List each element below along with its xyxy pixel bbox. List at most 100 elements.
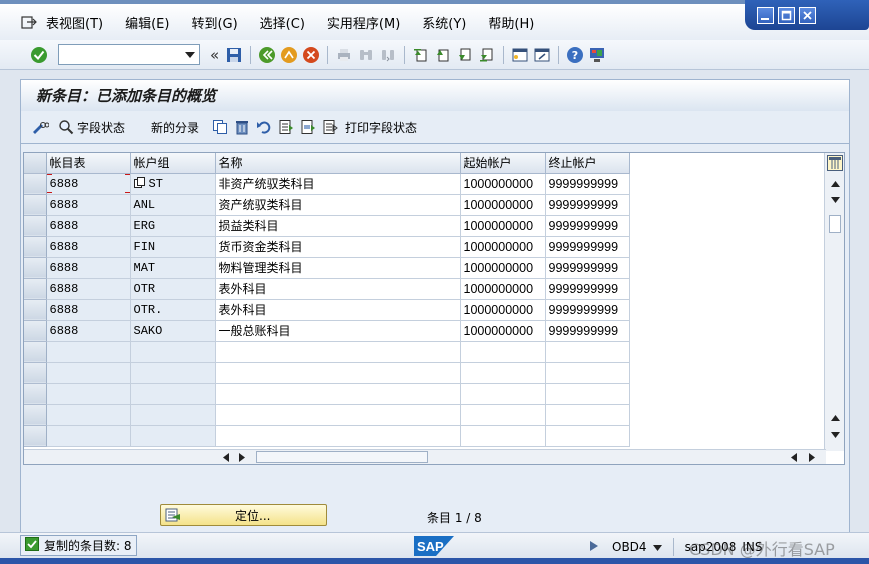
cell-to-account[interactable]: 9999999999	[545, 173, 630, 195]
row-selector[interactable]	[24, 299, 47, 321]
column-config-icon[interactable]	[827, 155, 843, 171]
cell-from-account[interactable]	[460, 362, 546, 384]
menu-system[interactable]: 系统(Y)	[422, 13, 466, 32]
field-status-button[interactable]: 字段状态	[57, 118, 125, 136]
cell-to-account[interactable]: 9999999999	[545, 299, 630, 321]
cell-account-group[interactable]	[130, 425, 216, 447]
cell-to-account[interactable]: 9999999999	[545, 194, 630, 216]
row-selector[interactable]	[24, 320, 47, 342]
cell-chart-of-accounts[interactable]: 6888	[46, 236, 131, 258]
cell-name[interactable]: 货币资金类科目	[215, 236, 461, 258]
scroll-down-icon[interactable]	[829, 195, 841, 205]
cell-from-account[interactable]	[460, 341, 546, 363]
cancel-icon[interactable]	[302, 46, 320, 64]
delete-button[interactable]	[233, 118, 251, 136]
cell-to-account[interactable]: 9999999999	[545, 320, 630, 342]
scroll-down-bottom-icon[interactable]	[829, 430, 841, 440]
scroll-left-icon[interactable]	[220, 452, 232, 462]
scroll-up-bottom-icon[interactable]	[829, 413, 841, 423]
cell-to-account[interactable]	[545, 425, 630, 447]
cell-chart-of-accounts[interactable]	[46, 341, 131, 363]
horizontal-scrollbar[interactable]	[24, 449, 826, 464]
row-selector[interactable]	[24, 404, 47, 426]
cell-from-account[interactable]: 1000000000	[460, 320, 546, 342]
col-header-account-group[interactable]: 帐户组	[130, 153, 216, 174]
print-field-status-button[interactable]: 打印字段状态	[343, 119, 417, 136]
cell-from-account[interactable]	[460, 404, 546, 426]
col-header-from-account[interactable]: 起始帐户	[460, 153, 546, 174]
cell-to-account[interactable]: 9999999999	[545, 257, 630, 279]
cell-account-group[interactable]: ANL	[130, 194, 216, 216]
scroll-left-end-icon[interactable]	[788, 452, 800, 462]
cell-account-group[interactable]: OTR.	[130, 299, 216, 321]
cell-account-group[interactable]	[130, 383, 216, 405]
cell-from-account[interactable]: 1000000000	[460, 194, 546, 216]
menu-goto[interactable]: 转到(G)	[191, 13, 237, 32]
cell-name[interactable]: 一般总账科目	[215, 320, 461, 342]
row-selector[interactable]	[24, 257, 47, 279]
print-icon[interactable]	[335, 46, 353, 64]
cell-account-group[interactable]	[130, 341, 216, 363]
cell-name[interactable]	[215, 383, 461, 405]
cell-from-account[interactable]: 1000000000	[460, 236, 546, 258]
status-message[interactable]: 复制的条目数: 8	[20, 535, 137, 556]
display-change-button[interactable]	[31, 118, 49, 136]
vertical-scroll-thumb[interactable]	[829, 215, 841, 233]
cell-name[interactable]: 表外科目	[215, 299, 461, 321]
row-selector[interactable]	[24, 278, 47, 300]
copy-as-button[interactable]	[211, 118, 229, 136]
undo-change-button[interactable]	[255, 118, 273, 136]
col-header-chart-of-accounts[interactable]: 帐目表	[46, 153, 131, 174]
deselect-all-button[interactable]	[321, 118, 339, 136]
row-selector[interactable]	[24, 194, 47, 216]
cell-account-group[interactable]: ERG	[130, 215, 216, 237]
cell-to-account[interactable]	[545, 341, 630, 363]
cell-from-account[interactable]	[460, 425, 546, 447]
exit-icon[interactable]	[280, 46, 298, 64]
minimize-icon[interactable]	[757, 6, 774, 24]
cell-from-account[interactable]: 1000000000	[460, 257, 546, 279]
cell-name[interactable]: 非资产统驭类科目	[215, 173, 461, 195]
vertical-scrollbar[interactable]	[824, 153, 844, 451]
cell-chart-of-accounts[interactable]: 6888	[46, 194, 131, 216]
scroll-right-end-icon[interactable]	[806, 452, 818, 462]
cell-from-account[interactable]	[460, 383, 546, 405]
customize-layout-icon[interactable]	[588, 46, 606, 64]
row-selector[interactable]	[24, 362, 47, 384]
expand-triangle-icon[interactable]	[590, 540, 598, 554]
menu-table-view[interactable]: 表视图(T)	[46, 13, 103, 32]
system-dropdown-icon[interactable]	[652, 540, 662, 554]
cell-chart-of-accounts[interactable]	[46, 425, 131, 447]
select-all-button[interactable]	[277, 118, 295, 136]
cell-name[interactable]	[215, 425, 461, 447]
cell-from-account[interactable]: 1000000000	[460, 299, 546, 321]
cell-account-group[interactable]: ST	[130, 173, 216, 195]
cell-chart-of-accounts[interactable]: 6888	[46, 299, 131, 321]
cell-account-group[interactable]: OTR	[130, 278, 216, 300]
cell-account-group[interactable]	[130, 362, 216, 384]
row-selector[interactable]	[24, 236, 47, 258]
maximize-icon[interactable]	[778, 6, 795, 24]
cell-name[interactable]: 表外科目	[215, 278, 461, 300]
cell-name[interactable]	[215, 362, 461, 384]
cell-from-account[interactable]: 1000000000	[460, 215, 546, 237]
shortcut-icon[interactable]	[533, 46, 551, 64]
help-icon[interactable]: ?	[566, 46, 584, 64]
next-page-icon[interactable]	[456, 46, 474, 64]
new-session-icon[interactable]	[511, 46, 529, 64]
last-page-icon[interactable]	[478, 46, 496, 64]
cell-chart-of-accounts[interactable]: 6888	[46, 278, 131, 300]
menu-select[interactable]: 选择(C)	[260, 13, 305, 32]
row-selector[interactable]	[24, 383, 47, 405]
cell-name[interactable]: 物料管理类科目	[215, 257, 461, 279]
menu-exit-icon[interactable]	[20, 13, 38, 31]
select-block-button[interactable]	[299, 118, 317, 136]
cell-chart-of-accounts[interactable]: 6888	[46, 173, 131, 195]
cell-chart-of-accounts[interactable]: 6888	[46, 257, 131, 279]
menu-utilities[interactable]: 实用程序(M)	[327, 13, 400, 32]
cell-to-account[interactable]	[545, 404, 630, 426]
find-next-icon[interactable]	[379, 46, 397, 64]
cell-from-account[interactable]: 1000000000	[460, 278, 546, 300]
cell-chart-of-accounts[interactable]	[46, 362, 131, 384]
row-selector[interactable]	[24, 341, 47, 363]
